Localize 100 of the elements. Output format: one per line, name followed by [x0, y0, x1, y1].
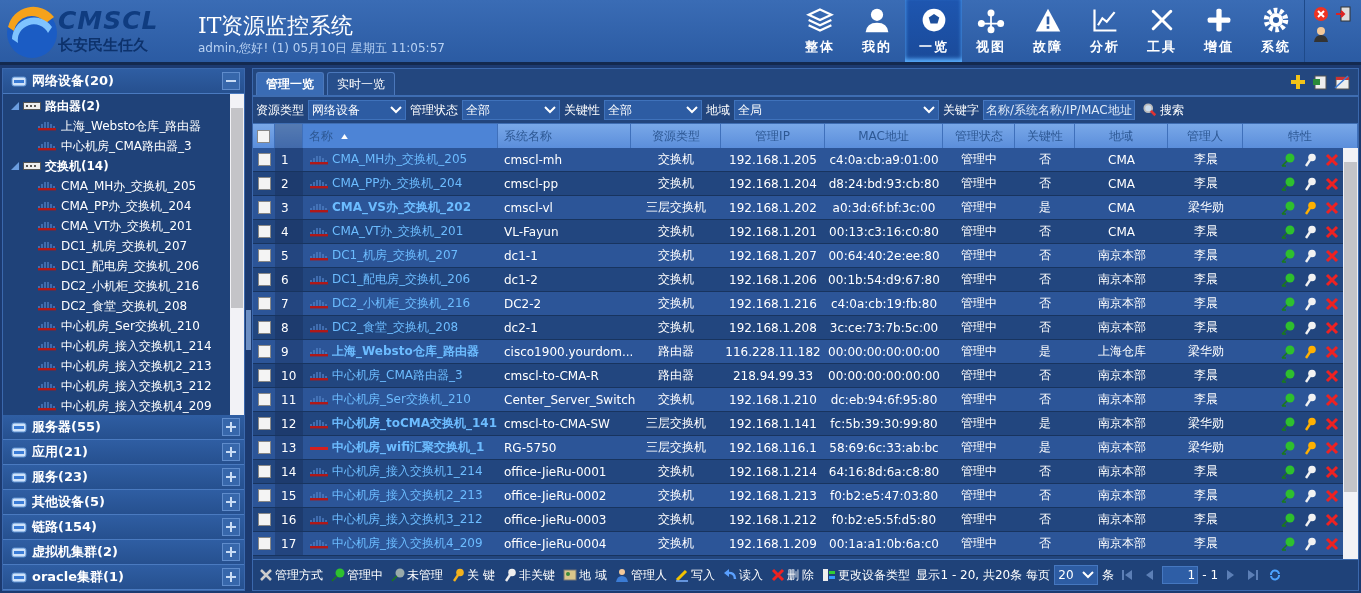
- delete-icon[interactable]: [1325, 368, 1339, 383]
- tree-item[interactable]: 中心机房_接入交换机3_212: [3, 376, 230, 396]
- keyword-search-field[interactable]: 名称/系统名称/IP/MAC地址: [983, 100, 1135, 120]
- tree-item[interactable]: DC1_机房_交换机_207: [3, 236, 230, 256]
- managed-status-icon[interactable]: [1281, 272, 1295, 287]
- filter-dropdown[interactable]: 网络设备: [308, 100, 406, 120]
- managed-status-icon[interactable]: [1281, 536, 1295, 551]
- device-name-link[interactable]: CMA_MH办_交换机_205: [332, 151, 468, 168]
- row-checkbox[interactable]: [257, 465, 271, 478]
- key-icon[interactable]: [1303, 200, 1317, 215]
- expand-button[interactable]: [222, 493, 240, 511]
- tree-item[interactable]: 中心机房_接入交换机2_213: [3, 356, 230, 376]
- managed-status-icon[interactable]: [1281, 344, 1295, 359]
- collapse-button[interactable]: [222, 72, 240, 90]
- expand-button[interactable]: [222, 518, 240, 536]
- row-checkbox[interactable]: [257, 441, 271, 454]
- filter-dropdown[interactable]: 全部: [604, 100, 702, 120]
- row-checkbox[interactable]: [257, 177, 271, 190]
- nav-tab[interactable]: 工具: [1133, 0, 1190, 62]
- sidebar-group-header[interactable]: 服务(23): [3, 465, 244, 490]
- device-name-link[interactable]: DC1_机房_交换机_207: [332, 247, 459, 264]
- device-name-link[interactable]: 中心机房_接入交换机2_213: [332, 487, 483, 504]
- export-document-icon[interactable]: [1312, 74, 1328, 90]
- nav-tab[interactable]: 一览: [905, 0, 962, 62]
- key-icon[interactable]: [1303, 272, 1317, 287]
- sidebar-group-header[interactable]: 网络设备(20): [3, 69, 244, 94]
- key-icon[interactable]: [1303, 416, 1317, 431]
- toolbar-button[interactable]: 管理方式: [257, 566, 325, 584]
- tree-item[interactable]: DC2_小机柜_交换机_216: [3, 276, 230, 296]
- key-icon[interactable]: [1303, 464, 1317, 479]
- tree-item[interactable]: 上海_Websto仓库_路由器: [3, 116, 230, 136]
- key-icon[interactable]: [1303, 320, 1317, 335]
- key-icon[interactable]: [1303, 296, 1317, 311]
- expand-button[interactable]: [222, 568, 240, 586]
- toolbar-button[interactable]: 更改设备类型: [820, 566, 913, 584]
- delete-icon[interactable]: [1325, 176, 1339, 191]
- nav-tab[interactable]: 视图: [962, 0, 1019, 62]
- refresh-icon[interactable]: [1269, 569, 1282, 581]
- alarm-icon[interactable]: [1313, 6, 1329, 22]
- device-name-link[interactable]: CMA_VS办_交换机_202: [332, 199, 471, 216]
- key-icon[interactable]: [1303, 224, 1317, 239]
- device-name-link[interactable]: 中心机房_接入交换机4_209: [332, 535, 483, 552]
- row-checkbox[interactable]: [257, 417, 271, 430]
- calendar-icon[interactable]: [1334, 74, 1350, 90]
- sidebar-group-header[interactable]: 应用(21): [3, 440, 244, 465]
- delete-icon[interactable]: [1325, 512, 1339, 527]
- row-checkbox[interactable]: [257, 369, 271, 382]
- nav-tab[interactable]: 分析: [1076, 0, 1133, 62]
- scrollbar[interactable]: [1343, 148, 1358, 559]
- tree-item[interactable]: CMA_PP办_交换机_204: [3, 196, 230, 216]
- tree-item[interactable]: 中心机房_接入交换机1_214: [3, 336, 230, 356]
- managed-status-icon[interactable]: [1281, 200, 1295, 215]
- row-checkbox[interactable]: [257, 489, 271, 502]
- row-checkbox[interactable]: [257, 321, 271, 334]
- delete-icon[interactable]: [1325, 416, 1339, 431]
- expand-button[interactable]: [222, 418, 240, 436]
- key-icon[interactable]: [1303, 536, 1317, 551]
- toolbar-button[interactable]: 地 域: [560, 566, 609, 584]
- device-name-link[interactable]: CMA_PP办_交换机_204: [332, 175, 463, 192]
- tree-item[interactable]: CMA_VT办_交换机_201: [3, 216, 230, 236]
- panel-collapse-handle[interactable]: [246, 309, 251, 350]
- tab[interactable]: 实时一览: [327, 72, 395, 95]
- toolbar-button[interactable]: 管理中: [329, 566, 385, 584]
- managed-status-icon[interactable]: [1281, 440, 1295, 455]
- row-checkbox[interactable]: [257, 393, 271, 406]
- first-page-icon[interactable]: [1121, 569, 1134, 581]
- sidebar-group-header[interactable]: oracle集群(1): [3, 565, 244, 590]
- delete-icon[interactable]: [1325, 224, 1339, 239]
- device-name-link[interactable]: 中心机房_接入交换机1_214: [332, 463, 483, 480]
- device-name-link[interactable]: 中心机房_Ser交换机_210: [332, 391, 471, 408]
- device-name-link[interactable]: 中心机房_接入交换机3_212: [332, 511, 483, 528]
- key-icon[interactable]: [1303, 248, 1317, 263]
- toolbar-button[interactable]: 读入: [720, 566, 765, 584]
- row-checkbox[interactable]: [257, 345, 271, 358]
- device-name-link[interactable]: CMA_VT办_交换机_201: [332, 223, 464, 240]
- nav-tab[interactable]: 我的: [848, 0, 905, 62]
- device-name-link[interactable]: DC2_食堂_交换机_208: [332, 319, 459, 336]
- managed-status-icon[interactable]: [1281, 296, 1295, 311]
- nav-tab[interactable]: 故障: [1019, 0, 1076, 62]
- sidebar-group-header[interactable]: 虚拟机集群(2): [3, 540, 244, 565]
- managed-status-icon[interactable]: [1281, 488, 1295, 503]
- tree-folder[interactable]: 交换机(14): [3, 156, 230, 176]
- user-avatar-icon[interactable]: [1313, 26, 1329, 42]
- managed-status-icon[interactable]: [1281, 248, 1295, 263]
- key-icon[interactable]: [1303, 152, 1317, 167]
- page-size-dropdown[interactable]: 20: [1054, 565, 1099, 585]
- key-icon[interactable]: [1303, 368, 1317, 383]
- row-checkbox[interactable]: [257, 249, 271, 262]
- delete-icon[interactable]: [1325, 320, 1339, 335]
- tree-item[interactable]: 中心机房_CMA路由器_3: [3, 136, 230, 156]
- toolbar-button[interactable]: 非关键: [500, 566, 557, 584]
- managed-status-icon[interactable]: [1281, 368, 1295, 383]
- filter-dropdown[interactable]: 全部: [462, 100, 560, 120]
- tree-item[interactable]: DC1_配电房_交换机_206: [3, 256, 230, 276]
- key-icon[interactable]: [1303, 488, 1317, 503]
- logout-icon[interactable]: [1335, 6, 1351, 22]
- toolbar-button[interactable]: 未管理: [389, 566, 445, 584]
- managed-status-icon[interactable]: [1281, 152, 1295, 167]
- expand-button[interactable]: [222, 468, 240, 486]
- expand-button[interactable]: [222, 443, 240, 461]
